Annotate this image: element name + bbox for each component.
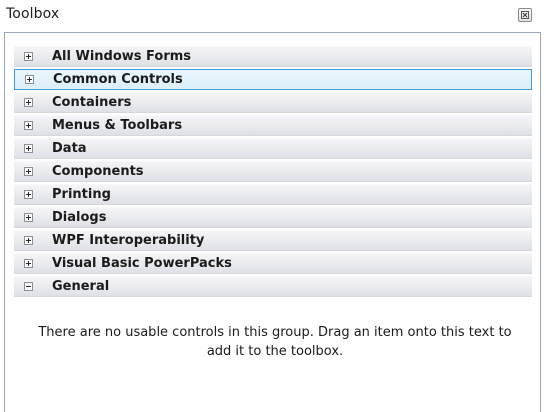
collapse-icon[interactable] [24, 282, 33, 291]
group-label: All Windows Forms [52, 49, 192, 64]
toolbox-group-list: All Windows Forms Common Controls Containe… [14, 46, 532, 299]
toolbox-group-header[interactable]: All Windows Forms [14, 46, 532, 67]
toolbox-group-header[interactable]: Dialogs [14, 207, 532, 228]
expand-icon[interactable] [24, 236, 33, 245]
group-label: Dialogs [52, 210, 107, 225]
group-label: Visual Basic PowerPacks [52, 256, 232, 271]
window-title: Toolbox [6, 6, 60, 22]
group-label: Printing [52, 187, 111, 202]
toolbox-group-header[interactable]: Data [14, 138, 532, 159]
toolbox-group-header[interactable]: Common Controls [14, 69, 532, 90]
expand-icon[interactable] [24, 259, 33, 268]
group-label: WPF Interoperability [52, 233, 205, 248]
toolbox-group-header[interactable]: Containers [14, 92, 532, 113]
toolbox-group-header[interactable]: Components [14, 161, 532, 182]
group-label: Data [52, 141, 87, 156]
group-label: Common Controls [53, 72, 183, 87]
group-label: Containers [52, 95, 132, 110]
expand-icon[interactable] [24, 52, 33, 61]
toolbox-window: Toolbox All Windows Forms Common Controls… [0, 0, 546, 412]
toolbox-group-header[interactable]: Menus & Toolbars [14, 115, 532, 136]
toolbox-group-header[interactable]: WPF Interoperability [14, 230, 532, 251]
group-label: General [52, 279, 110, 294]
expand-icon[interactable] [25, 75, 34, 84]
expand-icon[interactable] [24, 167, 33, 176]
expand-icon[interactable] [24, 190, 33, 199]
group-label: Components [52, 164, 144, 179]
expand-icon[interactable] [24, 213, 33, 222]
toolbox-group-header[interactable]: Visual Basic PowerPacks [14, 253, 532, 274]
toolbox-group-header[interactable]: Printing [14, 184, 532, 205]
close-button[interactable] [518, 8, 532, 22]
group-label: Menus & Toolbars [52, 118, 183, 133]
expand-icon[interactable] [24, 144, 33, 153]
empty-group-message[interactable]: There are no usable controls in this gro… [30, 323, 520, 361]
toolbox-titlebar[interactable]: Toolbox [0, 0, 546, 32]
close-icon [521, 11, 529, 19]
expand-icon[interactable] [24, 98, 33, 107]
expand-icon[interactable] [24, 121, 33, 130]
toolbox-group-header[interactable]: General [14, 276, 532, 297]
